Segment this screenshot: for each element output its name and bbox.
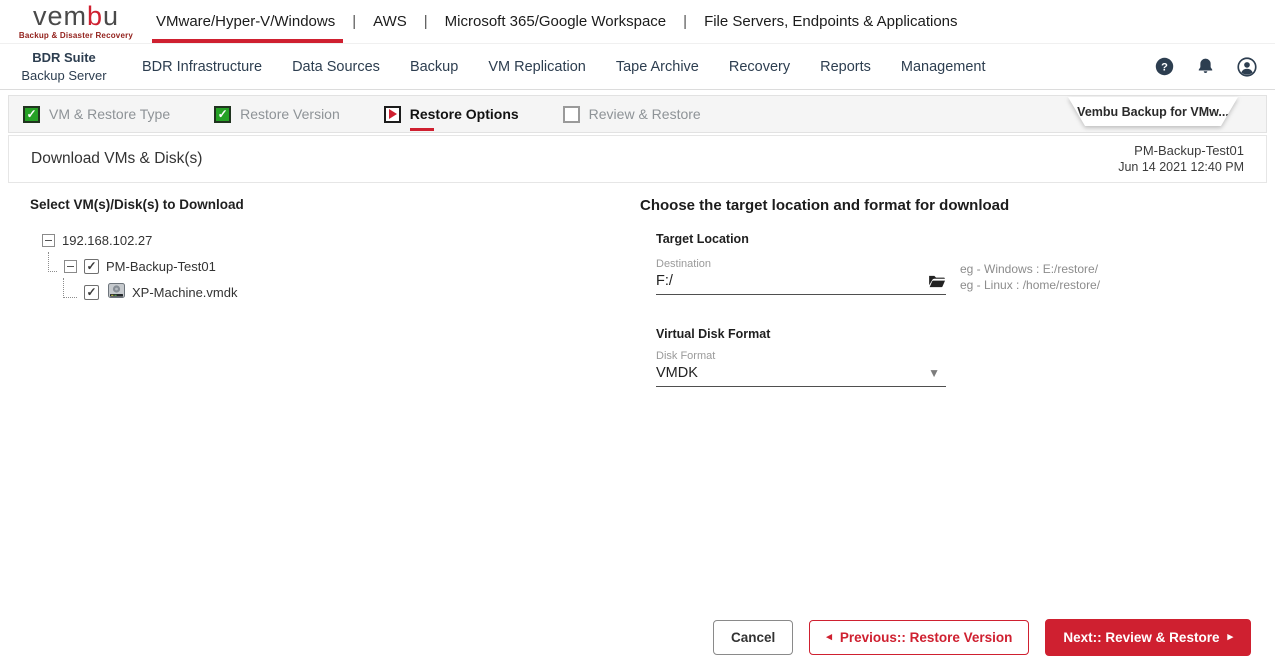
step-label: Restore Options: [410, 106, 519, 122]
restore-context: PM-Backup-Test01 Jun 14 2021 12:40 PM: [1118, 142, 1244, 176]
user-account-icon[interactable]: [1237, 57, 1257, 77]
product-switcher-nav: VMware/Hyper-V/Windows | AWS | Microsoft…: [154, 0, 960, 43]
virtual-disk-format-section: Virtual Disk Format Disk Format VMDK ▼: [656, 327, 1245, 387]
previous-button[interactable]: ◂ Previous:: Restore Version: [809, 620, 1029, 655]
cancel-label: Cancel: [731, 630, 775, 645]
vembu-logo[interactable]: vembu Backup & Disaster Recovery: [12, 3, 140, 40]
nav-data-sources[interactable]: Data Sources: [292, 59, 380, 75]
hard-disk-icon: [108, 283, 125, 301]
product-tab[interactable]: Vembu Backup for VMw...: [1068, 97, 1238, 126]
collapse-icon[interactable]: [64, 260, 77, 273]
tab-microsoft365-google[interactable]: Microsoft 365/Google Workspace: [443, 0, 669, 43]
destination-field: [656, 273, 946, 295]
step-label: Review & Restore: [589, 106, 701, 122]
logo-text: vembu: [12, 3, 140, 30]
server-title: BDR Suite: [0, 49, 128, 67]
previous-label: Previous:: Restore Version: [840, 630, 1013, 645]
tree-row-vm: PM-Backup-Test01: [48, 253, 640, 279]
next-button[interactable]: Next:: Review & Restore ▸: [1045, 619, 1251, 656]
main-nav: BDR Suite Backup Server BDR Infrastructu…: [0, 44, 1275, 90]
step-active-play-icon: [384, 106, 401, 123]
tree-connector: [48, 252, 57, 272]
nav-bdr-infrastructure[interactable]: BDR Infrastructure: [142, 59, 262, 75]
next-label: Next:: Review & Restore: [1063, 630, 1219, 645]
tree-connector: [63, 278, 77, 298]
svg-text:?: ?: [1161, 61, 1168, 73]
wizard-step-bar: VM & Restore Type Restore Version Restor…: [8, 95, 1267, 133]
destination-input[interactable]: [656, 273, 928, 289]
title-bar: Download VMs & Disk(s) PM-Backup-Test01 …: [8, 135, 1267, 183]
step-done-check-icon: [23, 106, 40, 123]
nav-tape-archive[interactable]: Tape Archive: [616, 59, 699, 75]
step-restore-options[interactable]: Restore Options: [384, 106, 519, 123]
destination-label: Destination: [656, 258, 946, 270]
tab-aws[interactable]: AWS: [371, 0, 409, 43]
product-tab-wrap: Vembu Backup for VMw...: [1036, 97, 1266, 126]
tree-row-disk: XP-Machine.vmdk: [63, 279, 640, 305]
context-backup-name: PM-Backup-Test01: [1118, 142, 1244, 160]
logo-tagline: Backup & Disaster Recovery: [12, 32, 140, 40]
notifications-bell-icon[interactable]: [1196, 57, 1215, 76]
hint-windows: eg - Windows : E:/restore/: [960, 261, 1100, 277]
nav-vm-replication[interactable]: VM Replication: [488, 59, 586, 75]
disk-format-select[interactable]: VMDK ▼: [656, 365, 946, 387]
nav-separator: |: [352, 13, 356, 30]
tree-panel-heading: Select VM(s)/Disk(s) to Download: [30, 197, 640, 212]
tree-disk-label: XP-Machine.vmdk: [132, 285, 237, 300]
tree-vm-label: PM-Backup-Test01: [106, 259, 216, 274]
virtual-disk-format-label: Virtual Disk Format: [656, 327, 1245, 341]
context-restore-point-time: Jun 14 2021 12:40 PM: [1118, 159, 1244, 176]
target-location-label: Target Location: [656, 232, 1245, 246]
vm-disk-select-panel: Select VM(s)/Disk(s) to Download 192.168…: [30, 197, 640, 387]
main-nav-items: BDR Infrastructure Data Sources Backup V…: [142, 59, 986, 75]
nav-reports[interactable]: Reports: [820, 59, 871, 75]
target-options-panel: Choose the target location and format fo…: [640, 197, 1245, 387]
nav-recovery[interactable]: Recovery: [729, 59, 790, 75]
server-identity: BDR Suite Backup Server: [0, 49, 128, 84]
content-area: Select VM(s)/Disk(s) to Download 192.168…: [0, 183, 1275, 387]
header-icons: ?: [1155, 57, 1257, 77]
disk-checkbox[interactable]: [84, 285, 99, 300]
target-location-section: Target Location Destination eg - Windo: [656, 232, 1245, 295]
nav-backup[interactable]: Backup: [410, 59, 458, 75]
tree-host-label: 192.168.102.27: [62, 233, 152, 248]
tab-vmware-hyperv-windows[interactable]: VMware/Hyper-V/Windows: [154, 0, 337, 43]
help-icon[interactable]: ?: [1155, 57, 1174, 76]
vm-disk-tree: 192.168.102.27 PM-Backup-Test01 XP-Machi…: [30, 227, 640, 305]
browse-folder-button[interactable]: [928, 274, 946, 289]
top-header: vembu Backup & Disaster Recovery VMware/…: [0, 0, 1275, 44]
left-arrow-icon: ◂: [826, 632, 832, 643]
step-label: VM & Restore Type: [49, 106, 170, 122]
collapse-icon[interactable]: [42, 234, 55, 247]
step-label: Restore Version: [240, 106, 340, 122]
nav-separator: |: [683, 13, 687, 30]
hint-linux: eg - Linux : /home/restore/: [960, 277, 1100, 293]
step-review-restore[interactable]: Review & Restore: [563, 106, 701, 123]
chevron-down-icon: ▼: [928, 366, 940, 380]
right-arrow-icon: ▸: [1227, 632, 1233, 643]
folder-open-icon: [928, 277, 946, 292]
cancel-button[interactable]: Cancel: [713, 620, 793, 655]
disk-format-value: VMDK: [656, 365, 928, 381]
wizard-footer: Cancel ◂ Previous:: Restore Version Next…: [713, 619, 1251, 656]
page-title: Download VMs & Disk(s): [31, 150, 202, 168]
step-done-check-icon: [214, 106, 231, 123]
destination-hints: eg - Windows : E:/restore/ eg - Linux : …: [960, 261, 1100, 295]
form-panel-heading: Choose the target location and format fo…: [640, 197, 1245, 214]
disk-format-label: Disk Format: [656, 350, 1245, 362]
server-subtitle: Backup Server: [0, 67, 128, 85]
step-pending-box-icon: [563, 106, 580, 123]
step-vm-restore-type[interactable]: VM & Restore Type: [23, 106, 170, 123]
nav-management[interactable]: Management: [901, 59, 986, 75]
vm-checkbox[interactable]: [84, 259, 99, 274]
nav-separator: |: [424, 13, 428, 30]
tab-file-servers-endpoints[interactable]: File Servers, Endpoints & Applications: [702, 0, 959, 43]
step-restore-version[interactable]: Restore Version: [214, 106, 340, 123]
tree-row-host: 192.168.102.27: [42, 227, 640, 253]
